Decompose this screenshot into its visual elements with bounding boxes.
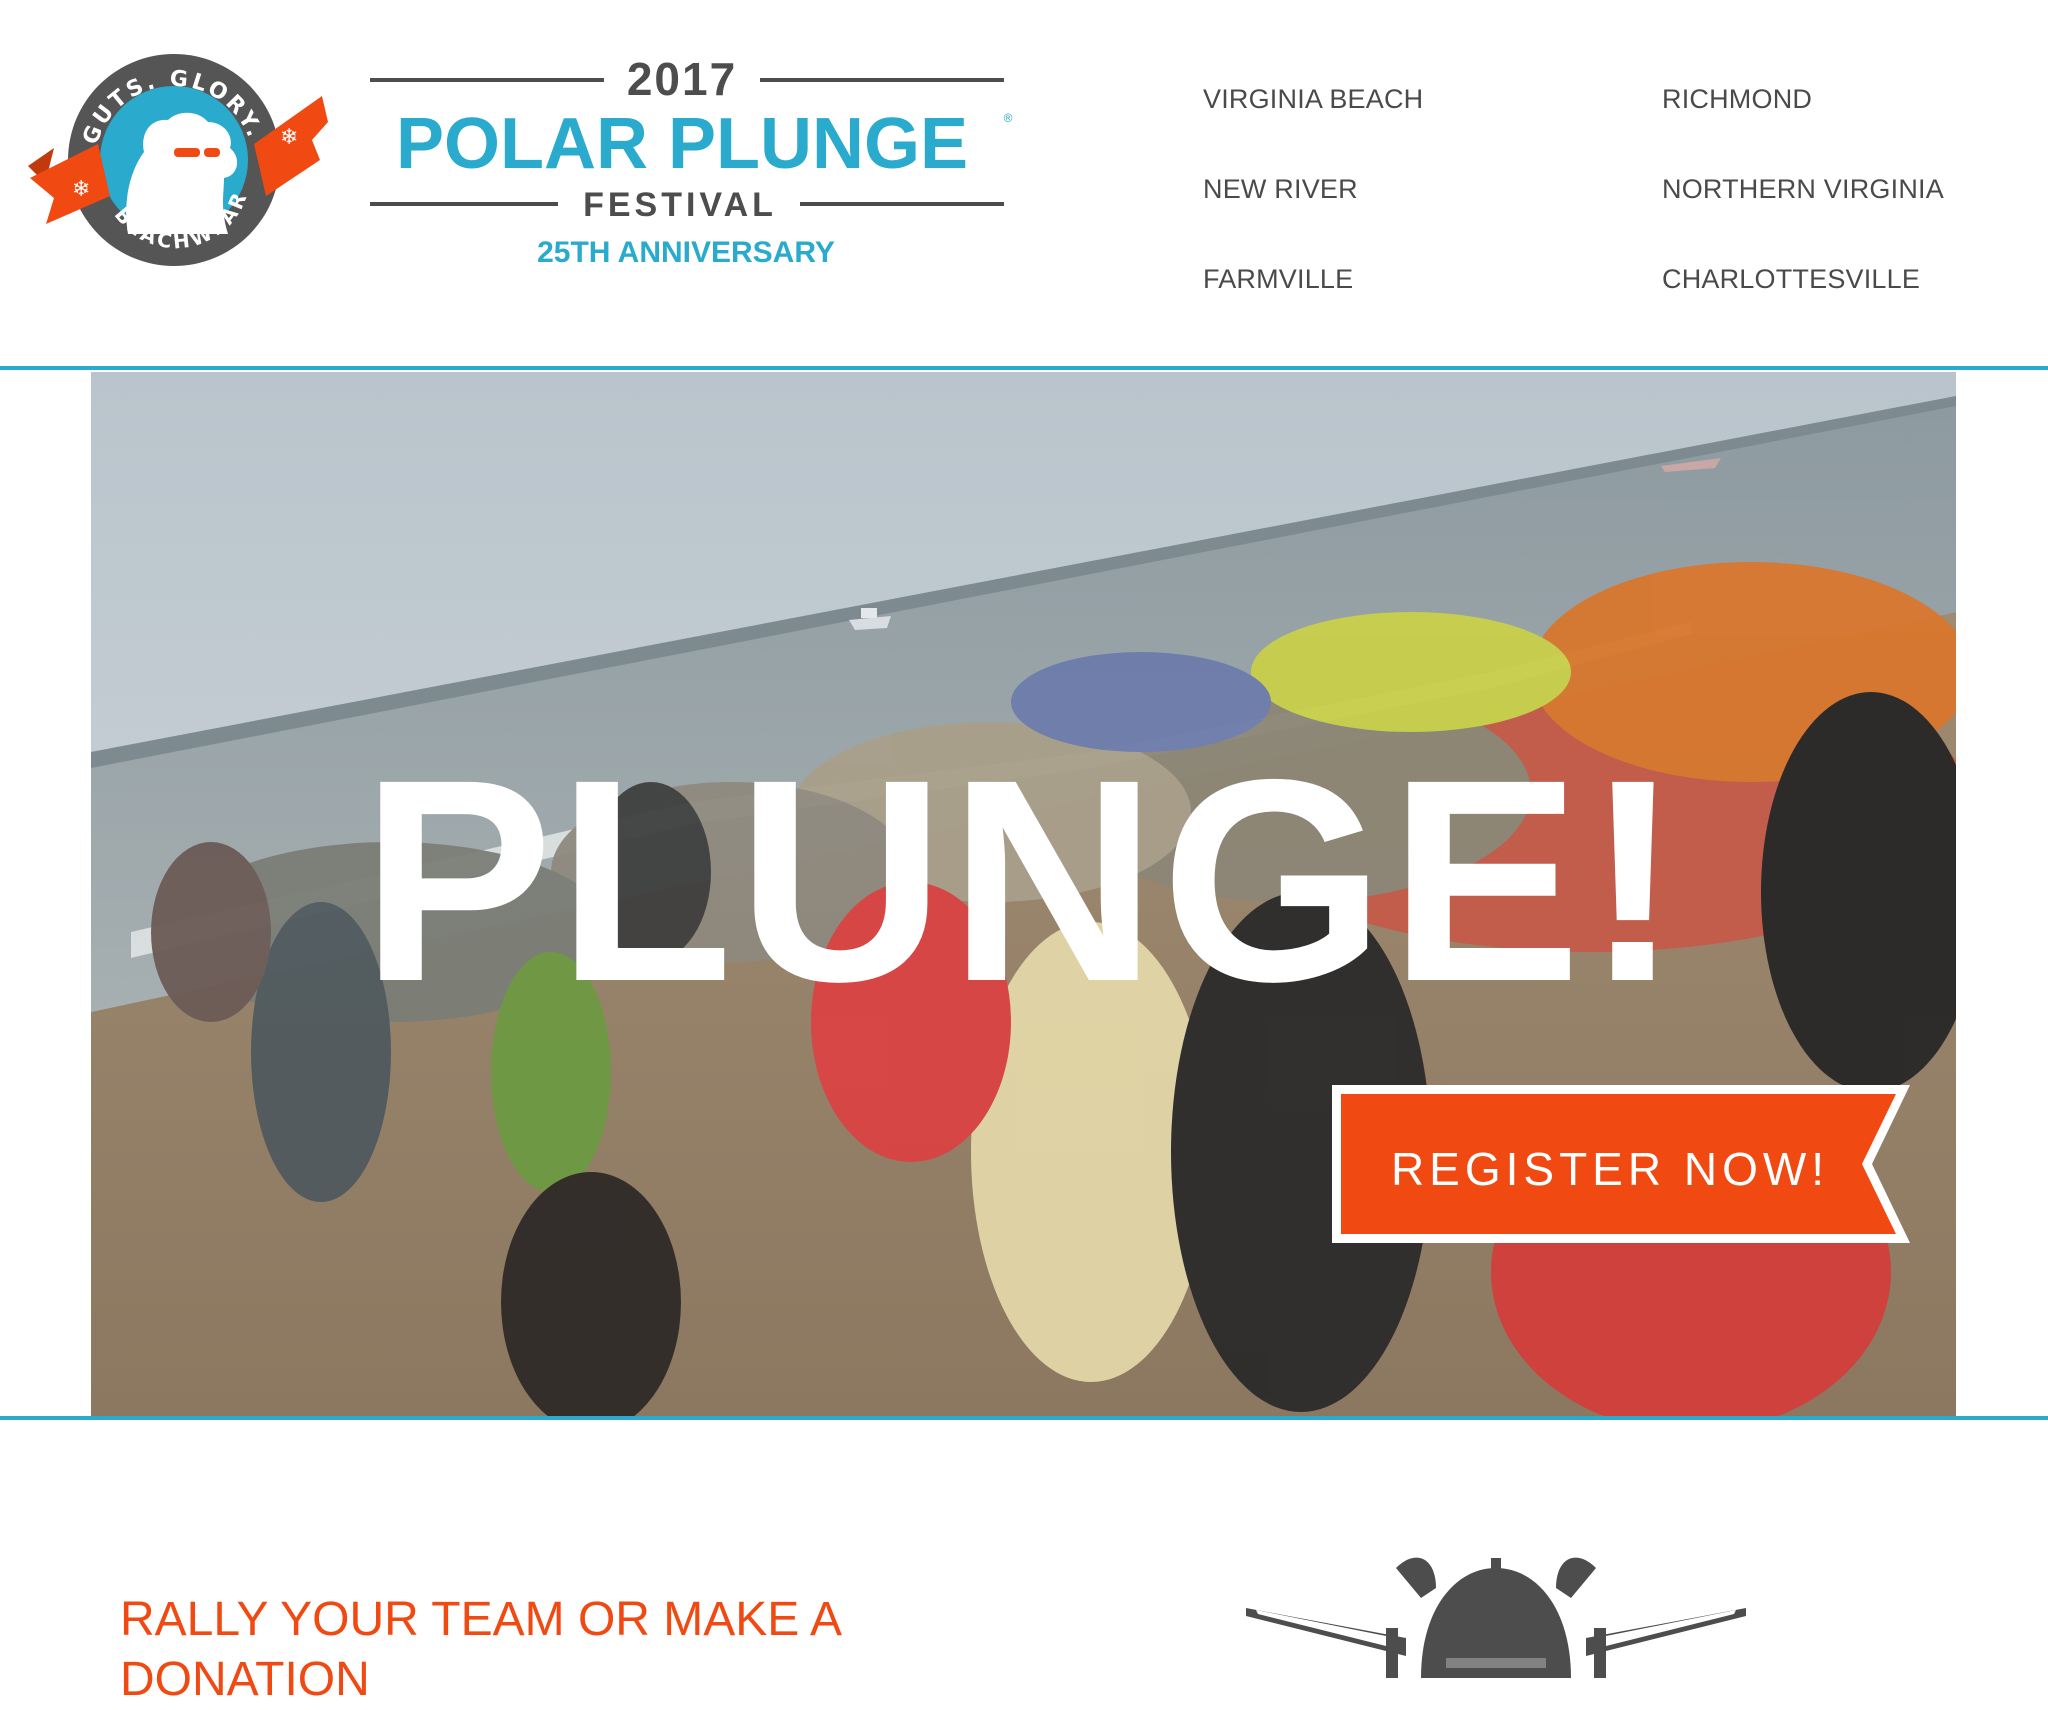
nav-link-new-river[interactable]: NEW RIVER bbox=[1203, 174, 1358, 205]
nav-link-northern-virginia[interactable]: NORTHERN VIRGINIA bbox=[1662, 174, 1944, 205]
register-now-button[interactable]: REGISTER NOW! bbox=[1332, 1085, 1910, 1243]
svg-text:❄: ❄ bbox=[280, 125, 298, 150]
nav-link-farmville[interactable]: FARMVILLE bbox=[1203, 264, 1353, 295]
header-divider bbox=[0, 366, 2048, 370]
site-header: ❄ ❄ GUTS. GLORY. BEACHWEAR. 2017 POLAR P… bbox=[0, 0, 2048, 368]
nav-link-richmond[interactable]: RICHMOND bbox=[1662, 84, 1812, 115]
viking-helmet-swords-icon bbox=[1246, 1548, 1746, 1678]
hero-banner: PLUNGE! bbox=[91, 372, 1956, 1416]
location-nav: VIRGINIA BEACH RICHMOND NEW RIVER NORTHE… bbox=[1203, 78, 2023, 318]
hero-photo: PLUNGE! bbox=[91, 372, 1956, 1416]
festival-logo[interactable]: 2017 POLAR PLUNGE ® FESTIVAL 25TH ANNIVE… bbox=[368, 50, 1016, 280]
polar-bear-badge-icon[interactable]: ❄ ❄ GUTS. GLORY. BEACHWEAR. bbox=[23, 29, 328, 278]
logo-registered-mark: ® bbox=[1004, 111, 1013, 125]
register-now-label: REGISTER NOW! bbox=[1391, 1143, 1829, 1195]
nav-link-virginia-beach[interactable]: VIRGINIA BEACH bbox=[1203, 84, 1423, 115]
hero-divider bbox=[0, 1416, 2048, 1420]
logo-anniversary: 25TH ANNIVERSARY bbox=[537, 236, 835, 269]
logo-year: 2017 bbox=[627, 53, 737, 105]
svg-text:❄: ❄ bbox=[72, 177, 90, 202]
logo-name: POLAR PLUNGE bbox=[396, 104, 968, 184]
hero-headline: PLUNGE! bbox=[361, 720, 1685, 1042]
nav-link-charlottesville[interactable]: CHARLOTTESVILLE bbox=[1662, 264, 1920, 295]
logo-festival: FESTIVAL bbox=[583, 186, 777, 224]
rally-heading: RALLY YOUR TEAM OR MAKE A DONATION bbox=[120, 1593, 840, 1706]
